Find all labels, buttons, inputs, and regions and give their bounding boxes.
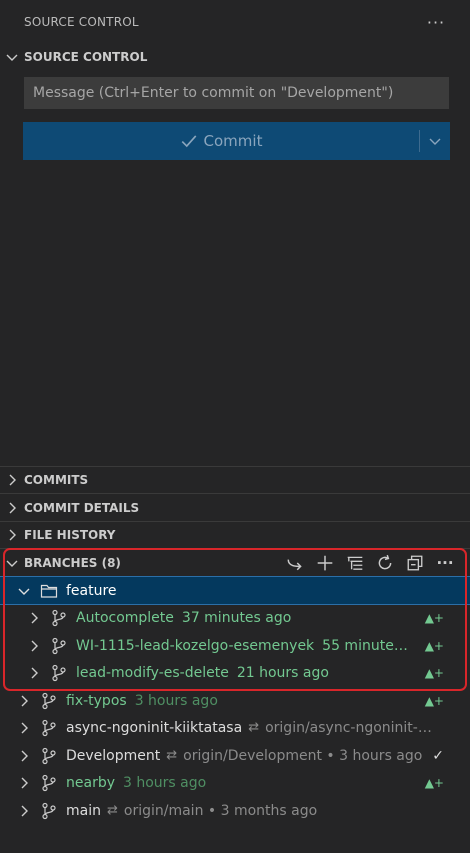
commit-button[interactable]: Commit [23, 122, 419, 160]
chevron-down-icon [0, 43, 24, 71]
chevron-right-icon [31, 612, 38, 623]
branch-name: async-ngoninit-kiiktatasa [66, 719, 243, 736]
branch-upstream: origin/async-ngoninit-kii... [265, 719, 438, 736]
git-branch-icon [42, 719, 56, 736]
collapse-all-icon[interactable] [404, 552, 426, 574]
branch-item[interactable]: main ⇄ origin/main • 3 months ago [0, 797, 470, 824]
sync-icon: ⇄ [106, 803, 118, 818]
commit-message-input[interactable] [24, 77, 449, 109]
view-title: SOURCE CONTROL [24, 15, 139, 29]
branch-name: Development [66, 747, 161, 764]
chevron-right-icon [21, 695, 28, 706]
git-branch-icon [52, 664, 66, 681]
branch-name: nearby [66, 774, 115, 791]
branch-description: 55 minutes... [322, 637, 411, 654]
commit-details-section-header[interactable]: COMMIT DETAILS [0, 494, 470, 522]
file-history-section-title: FILE HISTORY [24, 528, 116, 542]
commit-button-group: Commit [23, 122, 450, 160]
folder-name: feature [66, 582, 117, 599]
more-actions-icon[interactable]: ··· [424, 10, 448, 34]
chevron-right-icon [21, 805, 28, 816]
branch-description: 37 minutes ago [181, 609, 292, 626]
more-actions-icon[interactable]: ··· [434, 552, 456, 574]
chevron-right-icon [0, 466, 24, 494]
branch-item[interactable]: lead-modify-es-delete 21 hours ago ▲+ [0, 659, 470, 686]
branch-name: Autocomplete [76, 609, 174, 626]
chevron-down-icon [429, 138, 441, 145]
git-branch-icon [52, 609, 66, 626]
branch-upstream: origin/main • 3 months ago [123, 802, 318, 819]
chevron-right-icon [21, 722, 28, 733]
branch-name: WI-1115-lead-kozelgo-esemenyek [76, 637, 315, 654]
commit-details-section-title: COMMIT DETAILS [24, 501, 140, 515]
commits-section-title: COMMITS [24, 473, 89, 487]
branch-item[interactable]: WI-1115-lead-kozelgo-esemenyek 55 minute… [0, 632, 470, 659]
file-history-section-header[interactable]: FILE HISTORY [0, 521, 470, 549]
branch-description: 3 hours ago [123, 774, 207, 791]
branch-status-badge: ▲+ [424, 610, 444, 625]
branches-toolbar: ··· [284, 549, 456, 577]
folder-icon [40, 584, 58, 598]
chevron-right-icon [31, 667, 38, 678]
check-icon [181, 135, 196, 148]
branch-status-badge: ▲+ [424, 693, 444, 708]
source-control-section-header[interactable]: SOURCE CONTROL [0, 43, 470, 71]
git-branch-icon [42, 774, 56, 791]
commit-dropdown-button[interactable] [420, 122, 450, 160]
branches-section-title: BRANCHES (8) [24, 556, 121, 570]
chevron-right-icon [21, 750, 28, 761]
branch-item[interactable]: nearby 3 hours ago ▲+ [0, 769, 470, 796]
branch-name: lead-modify-es-delete [76, 664, 229, 681]
refresh-icon[interactable] [374, 552, 396, 574]
branch-upstream: origin/Development • 3 hours ago [183, 747, 423, 764]
chevron-right-icon [21, 777, 28, 788]
current-branch-check-icon: ✓ [432, 747, 444, 764]
commit-button-label: Commit [203, 132, 263, 150]
branch-name: fix-typos [66, 692, 127, 709]
chevron-right-icon [0, 494, 24, 522]
branch-status-badge: ▲+ [424, 775, 444, 790]
branch-item-current[interactable]: Development ⇄ origin/Development • 3 hou… [0, 742, 470, 769]
git-branch-icon [42, 692, 56, 709]
branch-item[interactable]: async-ngoninit-kiiktatasa ⇄ origin/async… [0, 714, 470, 741]
branch-status-badge: ▲+ [424, 665, 444, 680]
sync-icon: ⇄ [248, 720, 260, 735]
source-control-section-title: SOURCE CONTROL [24, 50, 148, 64]
add-branch-icon[interactable] [314, 552, 336, 574]
git-branch-icon [52, 637, 66, 654]
git-branch-icon [42, 802, 56, 819]
branches-section-header[interactable]: BRANCHES (8) ··· [0, 549, 470, 577]
branch-status-badge: ▲+ [424, 638, 444, 653]
switch-branch-icon[interactable] [284, 552, 306, 574]
branch-item[interactable]: Autocomplete 37 minutes ago ▲+ [0, 604, 470, 631]
git-branch-icon [42, 747, 56, 764]
chevron-right-icon [0, 521, 24, 549]
sync-icon: ⇄ [166, 748, 178, 763]
branch-folder-feature[interactable]: feature [0, 576, 470, 605]
chevron-down-icon [0, 549, 24, 577]
commits-section-header[interactable]: COMMITS [0, 466, 470, 494]
chevron-right-icon [31, 640, 38, 651]
view-as-tree-icon[interactable] [344, 552, 366, 574]
chevron-down-icon [18, 588, 30, 595]
branch-description: 21 hours ago [236, 664, 329, 681]
branch-description: 3 hours ago [134, 692, 218, 709]
branch-name: main [66, 802, 101, 819]
branch-item[interactable]: fix-typos 3 hours ago ▲+ [0, 687, 470, 714]
